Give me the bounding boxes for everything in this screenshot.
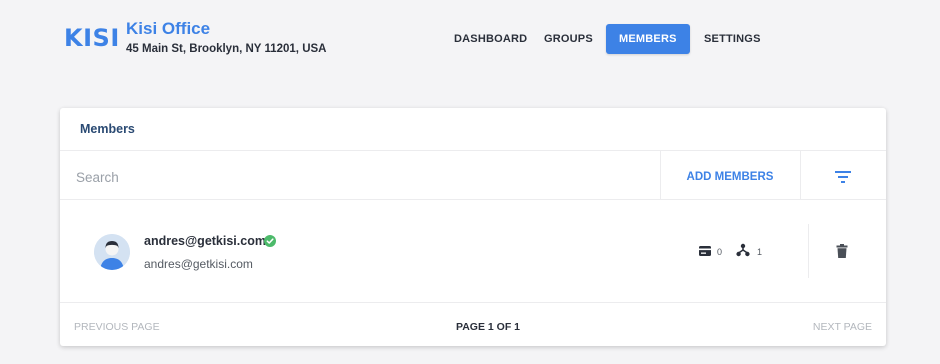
- avatar: [94, 234, 130, 270]
- card-icon: [699, 246, 711, 256]
- nav-settings[interactable]: SETTINGS: [704, 24, 761, 54]
- nav-members[interactable]: MEMBERS: [606, 24, 690, 54]
- check-circle-icon: [264, 235, 276, 247]
- members-card: Members ADD MEMBERS andres@getkisi.com a…: [60, 108, 886, 346]
- search-input[interactable]: [76, 160, 636, 194]
- kisi-logo[interactable]: KISI: [64, 26, 120, 50]
- divider: [800, 151, 801, 199]
- cards-count: 0: [717, 247, 723, 257]
- previous-page-button[interactable]: PREVIOUS PAGE: [74, 320, 160, 334]
- divider: [60, 302, 886, 303]
- divider: [808, 224, 809, 278]
- groups-count: 1: [757, 247, 763, 257]
- members-card-title: Members: [80, 122, 135, 136]
- page-indicator: PAGE 1 OF 1: [456, 321, 520, 333]
- top-header: KISI Kisi Office 45 Main St, Brooklyn, N…: [0, 0, 940, 80]
- place-name[interactable]: Kisi Office: [126, 19, 210, 39]
- nav-dashboard[interactable]: DASHBOARD: [454, 24, 527, 54]
- divider: [60, 150, 886, 151]
- member-email: andres@getkisi.com: [144, 257, 253, 271]
- filter-icon[interactable]: [834, 170, 852, 184]
- hierarchy-icon: [736, 243, 750, 257]
- next-page-button[interactable]: NEXT PAGE: [813, 320, 872, 334]
- member-name[interactable]: andres@getkisi.com: [144, 234, 266, 248]
- nav-groups[interactable]: GROUPS: [544, 24, 593, 54]
- trash-icon[interactable]: [836, 244, 848, 258]
- member-row[interactable]: andres@getkisi.com andres@getkisi.com 0 …: [60, 200, 886, 302]
- add-members-button[interactable]: ADD MEMBERS: [660, 160, 800, 194]
- place-address: 45 Main St, Brooklyn, NY 11201, USA: [126, 43, 327, 55]
